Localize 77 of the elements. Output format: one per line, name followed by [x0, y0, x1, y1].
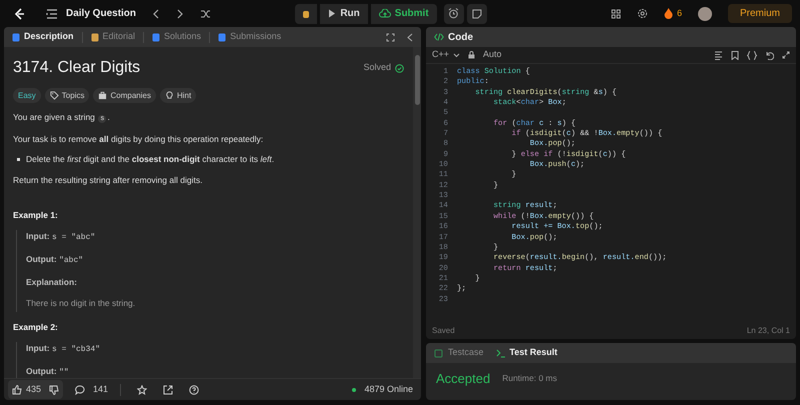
lightbulb-icon [164, 91, 174, 100]
undo-icon[interactable] [765, 50, 774, 60]
fullscreen-icon[interactable] [782, 51, 790, 59]
note-icon [472, 8, 482, 18]
explanation-label: Explanation: [26, 276, 78, 288]
play-icon [328, 9, 336, 18]
run-button[interactable]: Run [320, 4, 368, 24]
example-line: Input: s = "cb34" [26, 342, 101, 356]
comment-icon[interactable] [75, 384, 86, 394]
bullet-text: Delete the first digit and the closest non-digit character to its left. [26, 153, 274, 166]
chevron-left-icon[interactable] [152, 8, 160, 18]
caret-icon [453, 52, 460, 58]
tab[interactable]: Testcase [434, 346, 484, 360]
chevron-left-icon[interactable] [407, 32, 413, 42]
note-button[interactable] [466, 4, 487, 24]
settings-icon[interactable] [636, 8, 648, 19]
briefcase-icon [98, 91, 108, 100]
streak-count: 6 [676, 6, 682, 20]
braces-icon[interactable] [747, 50, 757, 60]
expand-icon[interactable] [386, 32, 395, 42]
code-icon [434, 33, 444, 41]
thumbs-up-icon[interactable] [12, 384, 22, 394]
example-heading: Example 1: [13, 208, 59, 222]
example-line: Input: s = "abc" [26, 230, 96, 244]
share-icon[interactable] [163, 384, 174, 394]
tab[interactable]: Solutions [148, 30, 206, 44]
cloud-upload-icon [378, 8, 391, 18]
hint-button[interactable]: Hint [160, 88, 196, 103]
alarm-clock-button[interactable] [444, 4, 464, 24]
chevron-right-icon[interactable] [176, 8, 184, 18]
help-icon[interactable] [189, 384, 200, 394]
paragraph: Return the resulting string after removing all digits. [13, 174, 204, 187]
grid-icon[interactable] [610, 8, 621, 18]
comment-count: 141 [93, 382, 108, 396]
premium-button[interactable]: Premium [728, 4, 792, 23]
explanation-text: There is no digit in the string. [26, 297, 136, 310]
bullet-marker [17, 158, 20, 162]
avatar[interactable] [698, 6, 712, 20]
debug-button[interactable] [295, 4, 318, 24]
checkbox-icon [434, 348, 444, 358]
check-circle-icon [395, 64, 404, 72]
star-icon[interactable] [137, 384, 148, 394]
bookmark-icon[interactable] [731, 50, 739, 60]
submit-button[interactable]: Submit [370, 4, 437, 24]
daily-question-link[interactable]: Daily Question [66, 6, 136, 21]
example-line: Output: "" [26, 364, 70, 378]
flame-icon[interactable] [664, 8, 673, 19]
solved-status: Solved [363, 61, 391, 74]
shuffle-icon[interactable] [200, 8, 212, 18]
verdict-text: Accepted [436, 370, 490, 388]
save-status: Saved [432, 324, 455, 336]
thumbs-down-icon[interactable] [49, 384, 60, 394]
companies-button[interactable]: Companies [93, 88, 156, 103]
problem-title: 3174. Clear Digits [13, 58, 140, 78]
tab[interactable]: Submissions [214, 30, 286, 44]
format-icon[interactable] [714, 50, 723, 60]
alarm-clock-icon [448, 8, 460, 19]
like-count: 435 [26, 382, 42, 396]
lock-icon [468, 51, 476, 59]
tab[interactable]: Test Result [496, 346, 558, 360]
tag-icon [50, 91, 59, 100]
example-heading: Example 2: [13, 321, 59, 334]
paragraph: Your task is to remove all digits by doing this operation repeatedly: [13, 132, 264, 146]
tab[interactable]: Description [8, 30, 78, 44]
language-dropdown[interactable]: C++ [432, 48, 460, 62]
example-line: Output: "abc" [26, 252, 84, 266]
list-icon[interactable] [46, 8, 58, 18]
scrollbar[interactable] [413, 47, 421, 378]
code-panel-title: Code [448, 30, 473, 44]
difficulty-badge: Easy [13, 88, 41, 103]
online-count: 4879 Online [364, 382, 413, 396]
tab[interactable]: Editorial [86, 30, 140, 44]
mode-label: Auto [483, 48, 502, 62]
cursor-position: Ln 23, Col 1 [746, 324, 790, 336]
runtime-text: Runtime: 0 ms [502, 372, 557, 386]
topics-button[interactable]: Topics [44, 88, 90, 103]
terminal-icon [496, 348, 506, 358]
